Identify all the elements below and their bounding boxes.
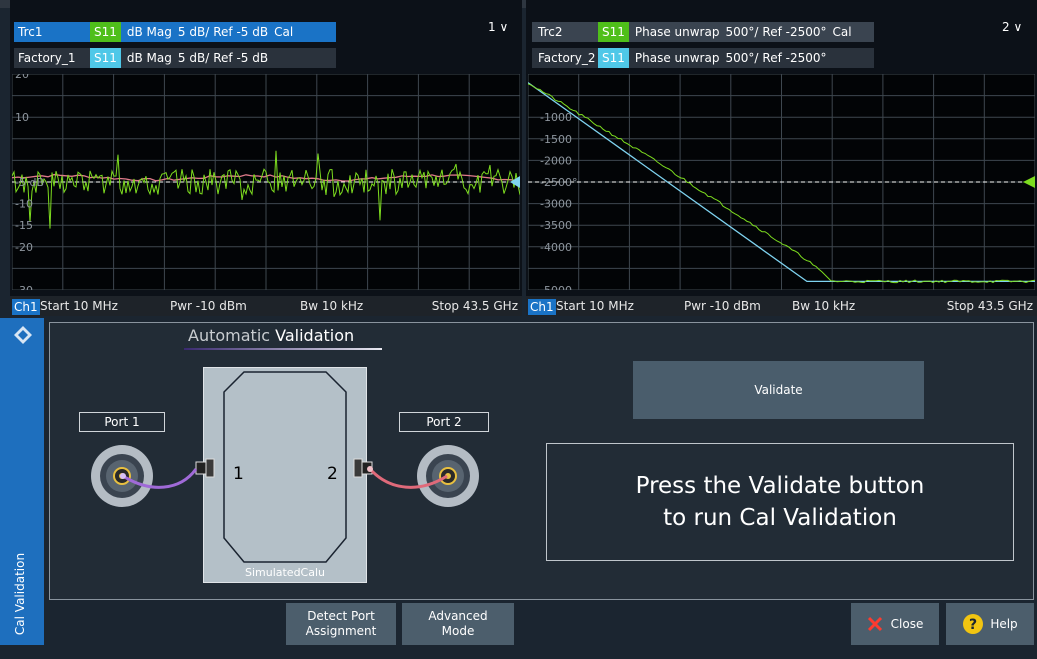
y-tick-label: -5000 [540, 284, 572, 290]
s11-badge: S11 [90, 48, 121, 68]
detect-line2: Assignment [305, 624, 377, 638]
trace2-bar-left[interactable]: Factory_1 S11 dB Mag 5 dB/ Ref -5 dB [14, 48, 336, 68]
help-label: Help [990, 616, 1018, 631]
s11-badge: S11 [598, 22, 629, 42]
validate-button[interactable]: Validate [633, 361, 924, 419]
trace-format: dB Mag [126, 25, 172, 39]
start-freq: Start 10 MHz [40, 299, 118, 313]
trace1-bar-left[interactable]: Trc1 S11 dB Mag 5 dB/ Ref -5 dB Cal [14, 22, 336, 42]
detect-line1: Detect Port [307, 609, 375, 623]
s11-badge: S11 [598, 48, 629, 68]
trace-name: Trc2 [538, 25, 563, 39]
power: Pwr -10 dBm [684, 299, 761, 313]
y-tick-label: -3000 [540, 198, 572, 211]
help-button[interactable]: ? Help [946, 603, 1034, 645]
channel-bar-left[interactable]: Ch1 Start 10 MHz Pwr -10 dBm Bw 10 kHz S… [10, 296, 522, 316]
trace-format: Phase unwrap [634, 25, 720, 39]
trace-ref: Ref -5 dB [213, 51, 269, 65]
trace-plot-left: 20 10 -5 dB -10 -15 -20 -30 [12, 74, 520, 290]
diagram-selector-1[interactable]: 1 ∨ [488, 20, 508, 34]
close-label: Close [890, 616, 924, 631]
trace1-bar-right[interactable]: Trc2 S11 Phase unwrap 500°/ Ref -2500° C… [532, 22, 874, 42]
y-tick-label: -2500° [540, 176, 577, 189]
trace-name: Trc1 [18, 25, 43, 39]
channel-bar-right[interactable]: Ch1 Start 10 MHz Pwr -10 dBm Bw 10 kHz S… [526, 296, 1037, 316]
s11-badge: S11 [90, 22, 121, 42]
cal-validation-sidebar[interactable]: Cal Validation [0, 318, 44, 645]
y-tick-label: -2000 [540, 154, 572, 167]
message-line1: Press the Validate button [635, 473, 925, 499]
trace-plot-right: -1000 -1500 -2000 -2500° -3000 -3500 -4000 -500… [528, 74, 1035, 290]
left-diagram[interactable]: Trc1 S11 dB Mag 5 dB/ Ref -5 dB Cal 1 ∨ … [10, 0, 522, 316]
trace-scale: 5 dB/ [177, 51, 210, 65]
y-tick-label: 10 [15, 111, 29, 124]
trace-scale: 500°/ [725, 51, 759, 65]
reference-marker-right[interactable] [1023, 176, 1035, 188]
cable-port2 [368, 467, 448, 489]
trace-name: Factory_1 [18, 51, 76, 65]
trace-ref: Ref -5 dB [213, 25, 269, 39]
advanced-mode-button[interactable]: Advanced Mode [402, 603, 514, 645]
y-tick-label: -1500 [540, 133, 572, 146]
y-tick-label: -30 [15, 284, 33, 290]
trace-ref: Ref -2500° [762, 51, 827, 65]
bandwidth: Bw 10 kHz [792, 299, 856, 313]
cable-port2-end [367, 466, 373, 472]
cable-port1 [122, 468, 198, 489]
y-tick-label: -10 [15, 198, 33, 211]
rohde-schwarz-logo-icon [14, 326, 32, 344]
cables [120, 466, 448, 489]
plot-area-right[interactable]: -1000 -1500 -2000 -2500° -3000 -3500 -4000 -500… [528, 74, 1035, 290]
message-box: Press the Validate button to run Cal Val… [546, 443, 1014, 561]
trace-cal: Cal [832, 25, 852, 39]
power: Pwr -10 dBm [170, 299, 247, 313]
plot-area-left[interactable]: 20 10 -5 dB -10 -15 -20 -30 [12, 74, 520, 290]
close-icon [867, 616, 882, 632]
trace2-bar-right[interactable]: Factory_2 S11 Phase unwrap 500°/ Ref -25… [532, 48, 874, 68]
trace-format: dB Mag [126, 51, 172, 65]
help-icon: ? [963, 614, 984, 634]
trace-name: Factory_2 [538, 51, 596, 65]
trace-scale: 500°/ [725, 25, 759, 39]
y-tick-label: -4000 [540, 241, 572, 254]
trace-cal: Cal [274, 25, 294, 39]
y-tick-label: -15 [15, 219, 33, 232]
diagram-selector-2[interactable]: 2 ∨ [1002, 20, 1022, 34]
channel-label: Ch1 [528, 299, 556, 315]
bandwidth: Bw 10 kHz [300, 299, 364, 313]
stop-freq: Stop 43.5 GHz [946, 299, 1033, 313]
validation-dialog: Automatic Validation Port 1 1 2 Simulate… [49, 322, 1034, 600]
y-tick-label: 20 [15, 74, 29, 81]
svg-text:?: ? [969, 617, 977, 633]
channel-label: Ch1 [12, 299, 40, 315]
advanced-line1: Advanced [428, 609, 488, 623]
start-freq: Start 10 MHz [556, 299, 634, 313]
trace-format: Phase unwrap [634, 51, 720, 65]
sidebar-label: Cal Validation [13, 552, 27, 636]
close-button[interactable]: Close [851, 603, 939, 645]
advanced-line2: Mode [441, 624, 475, 638]
stop-freq: Stop 43.5 GHz [431, 299, 518, 313]
trace-ref: Ref -2500° [762, 25, 827, 39]
cable-port1-end [120, 473, 126, 479]
detect-port-assignment-button[interactable]: Detect Port Assignment [286, 603, 396, 645]
y-tick-label: -5 dB [15, 176, 44, 189]
trace-scale: 5 dB/ [177, 25, 210, 39]
y-tick-label: -1000 [540, 111, 572, 124]
y-tick-label: -20 [15, 241, 33, 254]
y-tick-label: -3500 [540, 219, 572, 232]
right-diagram[interactable]: Trc2 S11 Phase unwrap 500°/ Ref -2500° C… [526, 0, 1037, 316]
message-line2: to run Cal Validation [663, 505, 897, 531]
